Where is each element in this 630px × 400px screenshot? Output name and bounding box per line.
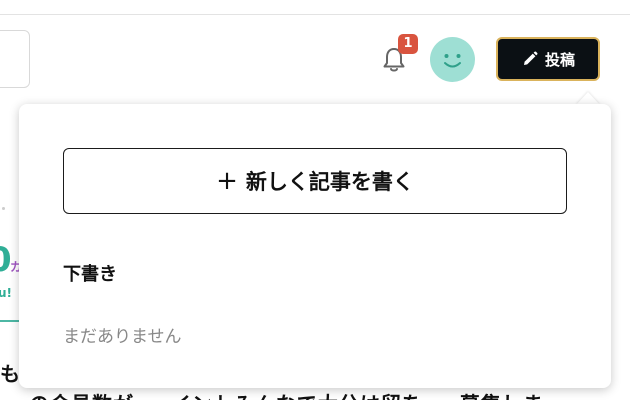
post-button-label: 投稿 (544, 50, 575, 69)
background-dot (2, 207, 5, 210)
article-body-fragment: … の会員数が … イントみんなで大分は留を … 募集しま (0, 388, 544, 400)
new-article-label: 新しく記事を書く (245, 170, 414, 194)
notification-badge: 1 (398, 34, 418, 54)
post-button[interactable]: 投稿 (496, 37, 600, 81)
avatar[interactable] (430, 37, 475, 82)
drafts-empty-message: まだありません (63, 327, 182, 347)
page: 0 カ u! も … の会員数が … イントみんなで大分は留を … 募集しま 1… (0, 0, 630, 400)
banner-fragment-number: 0 (0, 240, 12, 280)
drafts-heading: 下書き (63, 264, 117, 285)
banner-fragment-small: u! (0, 286, 13, 300)
plus-icon: + (216, 166, 238, 196)
smiley-face-icon (444, 54, 461, 68)
post-dropdown-menu: + 新しく記事を書く 下書き まだありません (19, 104, 611, 388)
article-title-fragment: も (0, 362, 20, 386)
new-article-button[interactable]: + 新しく記事を書く (63, 148, 567, 214)
pencil-icon (523, 51, 538, 65)
